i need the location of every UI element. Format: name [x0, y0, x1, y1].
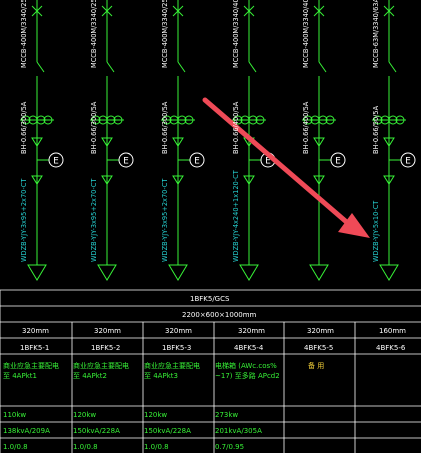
- cabinet-cell: 4BFK5-5: [304, 344, 334, 352]
- feeder-circuits: EEEEEE: [20, 0, 416, 281]
- load-triangle-icon: [239, 264, 259, 281]
- use-line1: 商业应急主要配电: [73, 362, 129, 370]
- ct-label: BH-0.66/400/5A: [302, 101, 310, 154]
- use-line1: 商业应急主要配电: [3, 362, 59, 370]
- width-cell: 320mm: [94, 327, 121, 335]
- earth-label: E: [123, 157, 129, 167]
- width-cell: 320mm: [165, 327, 192, 335]
- factor-cell: 1.0/0.8: [3, 443, 28, 451]
- breaker-label: MCCB-400M/3340/400A: [232, 0, 240, 68]
- switch-blade: [106, 61, 115, 73]
- ct-label: BH-0.66/300/5A: [20, 101, 28, 154]
- use-line2: 至 4APkt3: [144, 372, 178, 380]
- width-cell: 160mm: [379, 327, 406, 335]
- cable-label: WDZB-YJY-3x95+2x70-CT: [90, 178, 98, 262]
- current-cell: 201kvA/305A: [215, 427, 262, 435]
- breaker-label: MCCB-400M/3340/250A: [161, 0, 169, 68]
- current-cell: 150kvA/228A: [144, 427, 191, 435]
- width-cell: 320mm: [307, 327, 334, 335]
- use-line2: 至 4APkt2: [73, 372, 107, 380]
- power-cell: 120kw: [144, 411, 168, 419]
- width-cell: 320mm: [22, 327, 49, 335]
- breaker-label: MCCB-400M/3340/400A: [302, 0, 310, 68]
- use-line2: ~17) 至多路 APcd2: [215, 372, 280, 380]
- cable-label: WDZB-YJY-5x10-CT: [372, 200, 380, 262]
- switch-blade: [36, 61, 45, 73]
- current-cell: 150kvA/228A: [73, 427, 120, 435]
- cad-drawing-canvas[interactable]: EEEEEE: [0, 0, 421, 453]
- switch-blade: [248, 61, 257, 73]
- power-cell: 273kw: [215, 411, 239, 419]
- callout-arrow: [202, 97, 370, 238]
- ct-label: BH-0.66/300/5A: [90, 101, 98, 154]
- cabinet-cell: 4BFK5-4: [234, 344, 264, 352]
- power-cell: 120kw: [73, 411, 97, 419]
- use-line1: 商业应急主要配电: [144, 362, 200, 370]
- cabinet-cell: 1BFK5-2: [91, 344, 121, 352]
- cable-label: WDZB-YJY-3x95+2x70-CT: [20, 178, 28, 262]
- ct-label: BH-0.66/400/5A: [232, 101, 240, 154]
- ct-label: BH-0.66/300/5A: [161, 101, 169, 154]
- earth-label: E: [53, 157, 59, 167]
- load-triangle-icon: [168, 264, 188, 281]
- factor-cell: 1.0/0.8: [144, 443, 169, 451]
- breaker-label: MCCB-400M/3340/250A: [20, 0, 28, 68]
- cabinet-cell: 1BFK5-3: [162, 344, 192, 352]
- cable-label: WDZB-YJY-4x240+1x120-CT: [232, 170, 240, 262]
- current-cell: 138kvA/209A: [3, 427, 50, 435]
- load-triangle-icon: [97, 264, 117, 281]
- factor-cell: 1.0/0.8: [73, 443, 98, 451]
- earth-label: E: [405, 157, 411, 167]
- switch-blade: [388, 61, 397, 73]
- power-cell: 110kw: [3, 411, 27, 419]
- cable-label: WDZB-YJY-3x95+2x70-CT: [161, 178, 169, 262]
- use-line1: 电梯箱 (AWc.cos%: [215, 362, 277, 370]
- earth-label: E: [194, 157, 200, 167]
- ct-label: BH-0.66/50/5A: [372, 105, 380, 154]
- load-triangle-icon: [309, 264, 329, 281]
- breaker-label: MCCB-400M/3340/250A: [90, 0, 98, 68]
- panel-dimensions: 2200×600×1000mm: [182, 311, 257, 319]
- load-triangle-icon: [27, 264, 47, 281]
- factor-cell: 0.7/0.95: [215, 443, 245, 451]
- breaker-label: MCCB-63M/3340/63A: [372, 0, 380, 68]
- switch-blade: [318, 61, 327, 73]
- earth-label: E: [335, 157, 341, 167]
- cabinet-cell: 4BFK5-6: [376, 344, 406, 352]
- use-line1: 备 用: [308, 362, 325, 370]
- panel-name: 1BFK5/GCS: [190, 295, 230, 303]
- use-line2: 至 4APkt1: [3, 372, 37, 380]
- switch-blade: [177, 61, 186, 73]
- load-triangle-icon: [379, 264, 399, 281]
- width-cell: 320mm: [238, 327, 265, 335]
- cabinet-cell: 1BFK5-1: [20, 344, 50, 352]
